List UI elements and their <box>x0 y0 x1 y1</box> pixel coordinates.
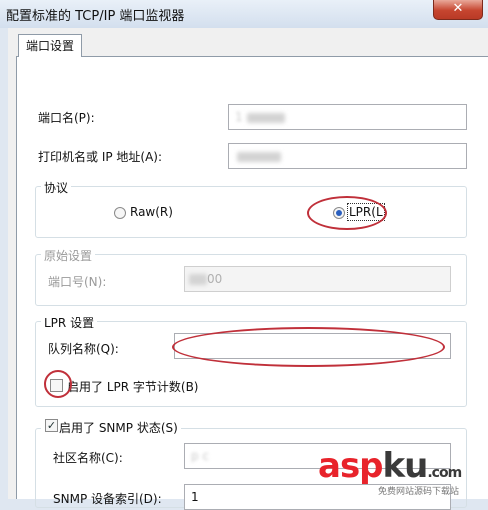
port-name-input[interactable]: 1 <box>228 104 467 130</box>
port-number-label: 端口号(N): <box>48 275 107 289</box>
raw-settings-title: 原始设置 <box>41 247 96 264</box>
watermark-part-a: asp <box>318 446 384 486</box>
protocol-group-title: 协议 <box>41 179 72 196</box>
raw-radio[interactable] <box>114 207 126 219</box>
redaction-blur <box>247 113 285 123</box>
community-name-label: 社区名称(C): <box>53 451 123 465</box>
watermark-subtitle: 免费网站源码下载站 <box>378 487 460 497</box>
protocol-group <box>35 186 467 238</box>
snmp-enable-label[interactable]: 启用了 SNMP 状态(S) <box>41 419 181 436</box>
dialog-client: 端口设置 端口名(P): 1 打印机名或 IP 地址(A): 协议 Raw(R)… <box>8 28 488 510</box>
watermark-logo: aspku.com <box>318 446 462 486</box>
queue-name-label: 队列名称(Q): <box>48 342 119 356</box>
printer-address-label: 打印机名或 IP 地址(A): <box>38 150 163 164</box>
lpr-settings-title: LPR 设置 <box>41 314 98 331</box>
window-title: 配置标准的 TCP/IP 端口监视器 <box>6 9 185 24</box>
tab-panel: 端口名(P): 1 打印机名或 IP 地址(A): 协议 Raw(R) LPR(… <box>16 56 488 510</box>
annotation-circle <box>44 370 72 398</box>
byte-count-label[interactable]: 启用了 LPR 字节计数(B) <box>67 378 199 395</box>
tab-label: 端口设置 <box>26 39 75 53</box>
port-number-input[interactable]: 00 <box>184 266 451 292</box>
community-name-value: p c <box>191 449 210 463</box>
snmp-enable-checkbox[interactable]: ✓ <box>45 419 58 432</box>
printer-address-input[interactable] <box>228 143 467 169</box>
annotation-ellipse <box>172 327 445 367</box>
close-icon: ✕ <box>452 1 464 16</box>
redaction-blur <box>237 152 281 162</box>
port-number-value: 00 <box>207 272 223 286</box>
port-name-value: 1 <box>235 110 243 124</box>
raw-radio-label[interactable]: Raw(R) <box>130 205 173 219</box>
device-index-value: 1 <box>191 490 199 504</box>
close-button[interactable]: ✕ <box>433 0 483 20</box>
port-name-label: 端口名(P): <box>38 111 95 125</box>
redaction-blur <box>189 274 207 285</box>
watermark-part-c: .com <box>427 465 462 481</box>
title-bar: 配置标准的 TCP/IP 端口监视器 ✕ <box>0 0 488 28</box>
watermark-part-b: ku <box>382 446 429 486</box>
annotation-circle <box>307 196 387 230</box>
tab-port-settings[interactable]: 端口设置 <box>18 34 83 57</box>
